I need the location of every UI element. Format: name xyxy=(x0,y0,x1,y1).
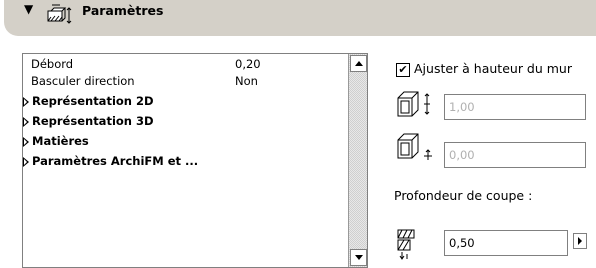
row-value[interactable]: Non xyxy=(235,74,258,88)
group-row-3d[interactable]: Représentation 3D xyxy=(23,114,343,131)
scroll-down-button[interactable] xyxy=(350,249,367,266)
list-row[interactable]: Basculer direction Non xyxy=(23,74,343,91)
row-label: Débord xyxy=(31,57,74,71)
list-scrollbar[interactable] xyxy=(348,54,367,267)
group-label: Matières xyxy=(32,134,89,148)
arrow-up-icon xyxy=(354,61,363,66)
group-label: Représentation 2D xyxy=(32,94,154,108)
cut-depth-field[interactable]: 0,50 xyxy=(444,230,568,256)
expand-triangle-icon[interactable] xyxy=(23,157,29,167)
group-row-archifm[interactable]: Paramètres ArchiFM et ... xyxy=(23,154,343,171)
arrow-right-icon xyxy=(578,237,582,245)
parameter-list[interactable]: Débord 0,20 Basculer direction Non Repré… xyxy=(22,53,368,268)
group-row-materials[interactable]: Matières xyxy=(23,134,343,151)
scroll-up-button[interactable] xyxy=(350,55,367,72)
collapse-triangle-icon[interactable]: ▼ xyxy=(24,2,33,16)
cut-depth-icon xyxy=(397,229,415,260)
expand-triangle-icon[interactable] xyxy=(23,117,29,127)
cut-depth-label: Profondeur de coupe : xyxy=(394,188,533,203)
adjust-height-label: Ajuster à hauteur du mur xyxy=(414,61,572,76)
cut-depth-popup-button[interactable] xyxy=(573,233,587,249)
height-icon xyxy=(397,91,430,117)
arrow-down-icon xyxy=(354,255,363,260)
group-row-2d[interactable]: Représentation 2D xyxy=(23,94,343,111)
offset-field[interactable]: 0,00 xyxy=(444,142,586,168)
height-field[interactable]: 1,00 xyxy=(444,94,586,120)
expand-triangle-icon[interactable] xyxy=(23,137,29,147)
expand-triangle-icon[interactable] xyxy=(23,97,29,107)
row-label: Basculer direction xyxy=(31,74,135,88)
panel-header: ▼ Paramètres xyxy=(4,0,596,36)
panel-title: Paramètres xyxy=(82,3,164,18)
row-value[interactable]: 0,20 xyxy=(235,57,261,71)
wall-tool-icon xyxy=(47,4,72,24)
adjust-height-checkbox[interactable]: ✔ xyxy=(396,63,410,77)
list-row[interactable]: Débord 0,20 xyxy=(23,57,343,74)
group-label: Paramètres ArchiFM et ... xyxy=(32,154,199,168)
offset-icon xyxy=(397,133,432,160)
group-label: Représentation 3D xyxy=(32,114,154,128)
